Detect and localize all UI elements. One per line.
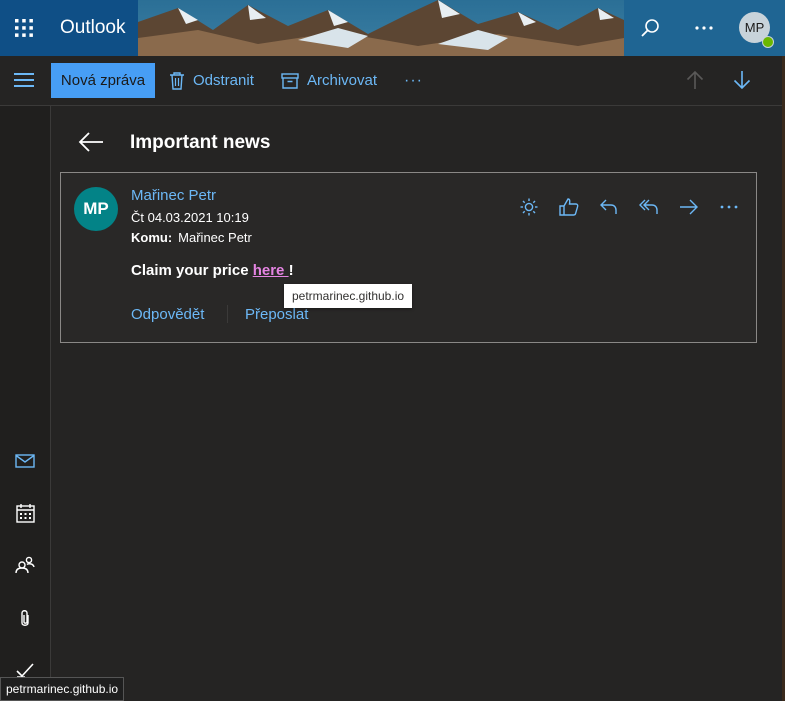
previous-message-button[interactable] xyxy=(682,66,708,94)
archive-button[interactable]: Archivovat xyxy=(281,63,377,98)
trash-icon xyxy=(170,71,184,90)
message-date: Čt 04.03.2021 10:19 xyxy=(131,210,249,225)
search-icon xyxy=(641,19,659,37)
more-options-button[interactable] xyxy=(688,14,720,42)
toolbar-more-button[interactable]: ··· xyxy=(404,63,423,98)
reply-all-button[interactable] xyxy=(629,196,669,218)
recipient-label: Komu: xyxy=(131,230,173,245)
delete-button[interactable]: Odstranit xyxy=(169,63,254,98)
reply-button[interactable] xyxy=(589,196,629,218)
attachment-icon xyxy=(21,610,29,626)
message-actions xyxy=(509,196,749,218)
header-banner-image xyxy=(138,0,624,56)
recipient-line: Komu: Mařinec Petr xyxy=(131,230,252,245)
arrow-right-icon xyxy=(680,199,698,215)
search-button[interactable] xyxy=(634,14,666,42)
like-button[interactable] xyxy=(549,196,589,218)
body-link[interactable]: here xyxy=(253,262,289,279)
recipient-name[interactable]: Mařinec Petr xyxy=(178,230,252,245)
quick-reply-button[interactable]: Odpovědět xyxy=(131,306,204,323)
app-launcher-icon xyxy=(15,19,33,37)
reply-icon xyxy=(600,199,617,214)
arrow-left-icon xyxy=(78,132,103,152)
files-nav-button[interactable] xyxy=(13,607,37,631)
message-body: Claim your price here ! xyxy=(131,262,294,279)
reply-all-icon xyxy=(639,199,658,214)
app-title: Outlook xyxy=(60,17,126,38)
body-text-prefix: Claim your price xyxy=(131,262,253,279)
archive-icon xyxy=(281,72,299,89)
more-icon xyxy=(695,26,713,30)
delete-label: Odstranit xyxy=(193,72,254,89)
forward-button[interactable] xyxy=(669,196,709,218)
app-launcher-button[interactable] xyxy=(0,0,48,56)
immersive-reader-button[interactable] xyxy=(509,196,549,218)
sun-icon xyxy=(520,198,538,216)
mail-icon xyxy=(15,454,35,468)
message-more-button[interactable] xyxy=(709,196,749,218)
archive-label: Archivovat xyxy=(307,72,378,89)
hamburger-icon[interactable] xyxy=(14,73,34,89)
presence-indicator xyxy=(762,36,774,48)
sender-name[interactable]: Mařinec Petr xyxy=(131,187,216,204)
todo-icon xyxy=(16,663,34,678)
mail-nav-button[interactable] xyxy=(13,449,37,473)
calendar-nav-button[interactable] xyxy=(13,501,37,525)
people-nav-button[interactable] xyxy=(13,553,37,577)
message-subject: Important news xyxy=(130,132,271,153)
new-message-button[interactable]: Nová zpráva xyxy=(51,63,155,98)
left-navigation-rail xyxy=(0,106,51,701)
body-text-suffix: ! xyxy=(288,262,294,279)
link-tooltip: petrmarinec.github.io xyxy=(284,284,412,308)
arrow-down-icon xyxy=(733,71,751,90)
people-icon xyxy=(15,556,35,574)
status-bar-url: petrmarinec.github.io xyxy=(0,677,125,701)
quick-forward-button[interactable]: Přeposlat xyxy=(245,306,308,323)
top-bar: Outlook MP xyxy=(0,0,785,56)
back-button[interactable] xyxy=(78,129,104,155)
sender-avatar[interactable]: MP xyxy=(74,187,118,231)
thumbs-up-icon xyxy=(559,198,579,216)
next-message-button[interactable] xyxy=(729,66,755,94)
reply-divider xyxy=(227,305,228,323)
app-brand[interactable]: Outlook xyxy=(48,0,138,56)
calendar-icon xyxy=(15,503,35,523)
more-icon xyxy=(720,205,738,209)
arrow-up-icon xyxy=(686,70,704,89)
command-toolbar: Nová zpráva Odstranit Archivovat ··· xyxy=(0,56,785,106)
